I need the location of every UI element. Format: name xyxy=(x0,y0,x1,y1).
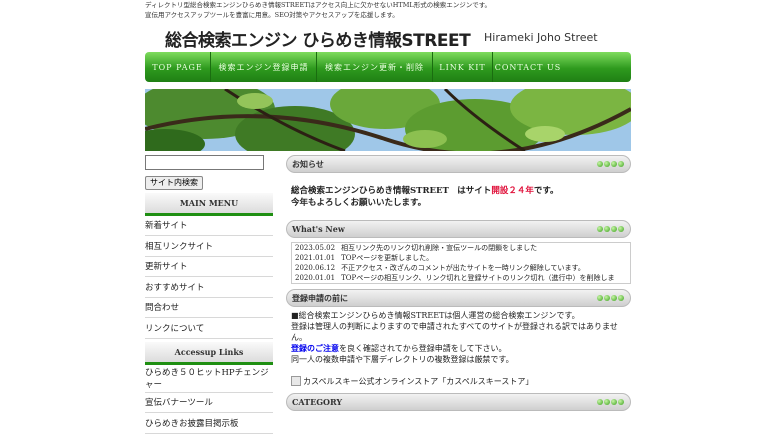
site-description: ディレクトリ型総合検索エンジンひらめき情報STREETはアクセス向上に欠かせない… xyxy=(145,0,625,20)
list-item: 2021.01.01 TOPページを更新しました。 xyxy=(295,253,627,263)
dots-icon xyxy=(597,226,624,232)
sidebar-item-updated-sites[interactable]: 更新サイト xyxy=(145,257,273,277)
list-item: 2023.05.02 相互リンク先のリンク切れ削除・宣伝ツールの閉鎖をしました xyxy=(295,243,627,253)
news-date: 2020.06.12 xyxy=(295,264,336,272)
sidebar-item-recommended[interactable]: おすすめサイト xyxy=(145,277,273,298)
accessup-links-heading: Accessup Links xyxy=(145,341,273,365)
sidebar-item-hit-changer[interactable]: ひらめき５０ヒットHPチェンジャー xyxy=(145,365,273,393)
sidebar-item-bulletin-board[interactable]: ひらめきお披露目掲示板 xyxy=(145,413,273,434)
nav-update-delete[interactable]: 検索エンジン更新・削除 xyxy=(317,52,433,82)
logo-title: 総合検索エンジン ひらめき情報STREET xyxy=(165,31,471,51)
registration-header: 登録申請の前に xyxy=(286,289,631,307)
sidebar: サイト内検索 MAIN MENU 新着サイト 相互リンクサイト 更新サイト おす… xyxy=(145,155,273,434)
news-date: 2020.01.01 xyxy=(295,274,336,282)
notice-line-2: 今年もよろしくお願いいたします。 xyxy=(291,198,427,208)
whats-new-list[interactable]: 2023.05.02 相互リンク先のリンク切れ削除・宣伝ツールの閉鎖をしました 2… xyxy=(291,242,631,284)
news-text: 不正アクセス・改ざんのコメントが出たサイトを一時リンク解除しています。 xyxy=(341,264,585,272)
category-title: CATEGORY xyxy=(292,397,343,407)
main-navigation: TOP PAGE 検索エンジン登録申請 検索エンジン更新・削除 LINK KIT… xyxy=(145,52,631,82)
registration-line-3: ん。 xyxy=(291,333,307,342)
registration-body: ■総合検索エンジンひらめき情報STREETは個人運営の総合検索エンジンです。 登… xyxy=(286,307,631,365)
nav-register[interactable]: 検索エンジン登録申請 xyxy=(211,52,317,82)
main-content: お知らせ 総合検索エンジンひらめき情報STREET はサイト開設２４年です。 今… xyxy=(286,155,631,411)
news-date: 2023.05.02 xyxy=(295,244,336,252)
news-text: TOPページを更新しました。 xyxy=(341,254,434,262)
broken-image-icon xyxy=(291,376,301,386)
list-item: 2020.01.01 TOPページの相互リンク、リンク切れと登録サイトのリンク切れ… xyxy=(295,273,627,283)
main-menu-heading: MAIN MENU xyxy=(145,192,273,216)
description-line-2: 宣伝用アクセスアップツールを豊富に用意。SEO対策やアクセスアップを応援します。 xyxy=(145,11,399,19)
news-text: TOPページの相互リンク、リンク切れと登録サイトのリンク切れ（進行中）を削除しま xyxy=(341,274,615,282)
dots-icon xyxy=(597,399,624,405)
notice-line-1: 総合検索エンジンひらめき情報STREET はサイト xyxy=(291,186,492,196)
dots-icon xyxy=(597,295,624,301)
sidebar-item-banner-tool[interactable]: 宣伝バナーツール xyxy=(145,393,273,413)
whats-new-header: What's New xyxy=(286,220,631,238)
nav-link-kit[interactable]: LINK KIT xyxy=(433,52,493,82)
nav-top-page[interactable]: TOP PAGE xyxy=(145,52,211,82)
news-date: 2021.01.01 xyxy=(295,254,336,262)
registration-line-4: を良く確認されてから登録申請をして下さい。 xyxy=(339,344,507,353)
registration-title: 登録申請の前に xyxy=(292,292,348,303)
category-header: CATEGORY xyxy=(286,393,631,411)
notice-body: 総合検索エンジンひらめき情報STREET はサイト開設２４年です。 今年もよろし… xyxy=(286,173,631,215)
store-alt-text: カスペルスキー公式オンラインストア「カスペルスキーストア」 xyxy=(303,376,534,386)
site-logo[interactable]: 総合検索エンジン ひらめき情報STREET Hirameki Joho Stre… xyxy=(165,26,645,51)
news-text: 相互リンク先のリンク切れ削除・宣伝ツールの閉鎖をしました xyxy=(341,244,538,252)
registration-line-5: 同一人の複数申請や下層ディレクトリの複数登録は厳禁です。 xyxy=(291,355,514,364)
whats-new-title: What's New xyxy=(292,224,345,234)
store-banner-link[interactable]: カスペルスキー公式オンラインストア「カスペルスキーストア」 xyxy=(291,374,631,388)
sidebar-item-new-sites[interactable]: 新着サイト xyxy=(145,216,273,236)
registration-line-1: ■総合検索エンジンひらめき情報STREETは個人運営の総合検索エンジンです。 xyxy=(291,311,580,320)
registration-line-2: 登録は管理人の判断によりますので申請されたすべてのサイトが登録される訳ではありま… xyxy=(291,322,618,331)
dots-icon xyxy=(597,161,624,167)
site-search-input[interactable] xyxy=(145,155,264,170)
sidebar-item-contact[interactable]: 問合わせ xyxy=(145,298,273,318)
list-item: 2020.06.12 不正アクセス・改ざんのコメントが出たサイトを一時リンク解除し… xyxy=(295,263,627,273)
sidebar-item-about-links[interactable]: リンクについて xyxy=(145,318,273,339)
nav-contact[interactable]: CONTACT US xyxy=(493,52,563,82)
notice-title: お知らせ xyxy=(292,158,324,169)
tree-foliage-image xyxy=(145,89,631,151)
registration-notes-link[interactable]: 登録のご注意 xyxy=(291,343,339,353)
description-line-1: ディレクトリ型総合検索エンジンひらめき情報STREETはアクセス向上に欠かせない… xyxy=(145,1,492,9)
notice-line-1-suffix: です。 xyxy=(533,186,559,196)
logo-subtitle: Hirameki Joho Street xyxy=(484,31,598,44)
sidebar-item-mutual-links[interactable]: 相互リンクサイト xyxy=(145,236,273,257)
site-search-button[interactable]: サイト内検索 xyxy=(145,175,203,190)
notice-highlight: 開設２４年 xyxy=(491,186,534,196)
header-banner-image xyxy=(145,89,631,151)
notice-header: お知らせ xyxy=(286,155,631,173)
